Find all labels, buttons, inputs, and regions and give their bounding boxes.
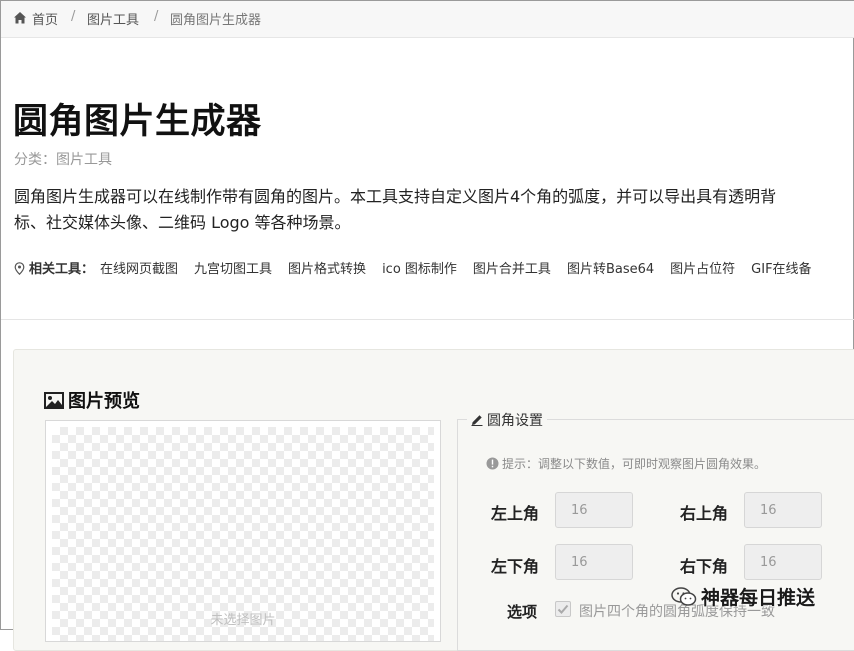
- options-label: 选项: [507, 603, 538, 621]
- top-left-radius-input[interactable]: [555, 492, 633, 528]
- breadcrumb-home-link[interactable]: 首页: [32, 9, 58, 28]
- section-divider: [1, 319, 854, 320]
- edit-icon: [471, 415, 483, 426]
- related-tool-link[interactable]: 在线网页截图: [100, 262, 178, 277]
- settings-hint: 提示：调整以下数值，可即时观察图片圆角效果。: [486, 455, 766, 472]
- related-tool-link[interactable]: 图片合并工具: [473, 262, 551, 277]
- breadcrumb-category-link[interactable]: 图片工具: [87, 9, 139, 28]
- map-pin-icon: [14, 262, 25, 275]
- related-tool-link[interactable]: GIF在线备: [751, 262, 811, 277]
- bottom-left-label: 左下角: [491, 557, 540, 576]
- breadcrumb-separator: /: [71, 9, 76, 24]
- description-line: 圆角图片生成器可以在线制作带有圆角的图片。本工具支持自定义图片4个角的弧度，并可…: [14, 187, 777, 206]
- bottom-right-radius-input[interactable]: [744, 544, 822, 580]
- watermark: 神器每日推送: [671, 583, 815, 610]
- related-tool-link[interactable]: 图片转Base64: [567, 262, 654, 277]
- related-tool-link[interactable]: 图片格式转换: [288, 262, 366, 277]
- breadcrumb: 首页 / 图片工具 / 圆角图片生成器: [1, 1, 854, 38]
- related-tool-link[interactable]: 九宫切图工具: [194, 262, 272, 277]
- image-preview-area[interactable]: 未选择图片: [45, 420, 441, 642]
- category-label: 分类：图片工具: [14, 152, 112, 168]
- top-right-radius-input[interactable]: [744, 492, 822, 528]
- related-tools: 相关工具： 在线网页截图 九宫切图工具 图片格式转换 ico 图标制作 图片合并工具 图片转…: [14, 258, 828, 277]
- preview-heading: 图片预览: [44, 387, 140, 413]
- related-tool-link[interactable]: 图片占位符: [670, 262, 735, 277]
- related-tool-link[interactable]: ico 图标制作: [382, 262, 457, 277]
- no-image-placeholder: 未选择图片: [210, 613, 276, 628]
- tool-description: 圆角图片生成器可以在线制作带有圆角的图片。本工具支持自定义图片4个角的弧度，并可…: [14, 184, 776, 236]
- corner-settings-title: 圆角设置: [487, 413, 543, 429]
- corner-settings-legend: 圆角设置: [467, 410, 547, 430]
- checkmark-icon: [557, 604, 569, 614]
- breadcrumb-separator: /: [154, 9, 159, 24]
- description-line: 标、社交媒体头像、二维码 Logo 等各种场景。: [14, 213, 351, 232]
- related-tools-label: 相关工具：: [29, 262, 95, 277]
- uniform-radius-checkbox[interactable]: [555, 601, 571, 617]
- wechat-icon: [671, 587, 697, 606]
- breadcrumb-current: 圆角图片生成器: [170, 13, 262, 28]
- home-icon: [14, 12, 26, 24]
- top-right-label: 右上角: [680, 504, 729, 523]
- bottom-right-label: 右下角: [680, 557, 729, 576]
- watermark-text: 神器每日推送: [701, 587, 816, 609]
- bottom-left-radius-input[interactable]: [555, 544, 633, 580]
- info-icon: [486, 457, 499, 470]
- preview-title: 图片预览: [68, 391, 140, 412]
- image-icon: [44, 392, 64, 409]
- settings-hint-text: 提示：调整以下数值，可即时观察图片圆角效果。: [502, 457, 767, 471]
- page-title: 圆角图片生成器: [13, 102, 262, 142]
- top-left-label: 左上角: [491, 504, 540, 523]
